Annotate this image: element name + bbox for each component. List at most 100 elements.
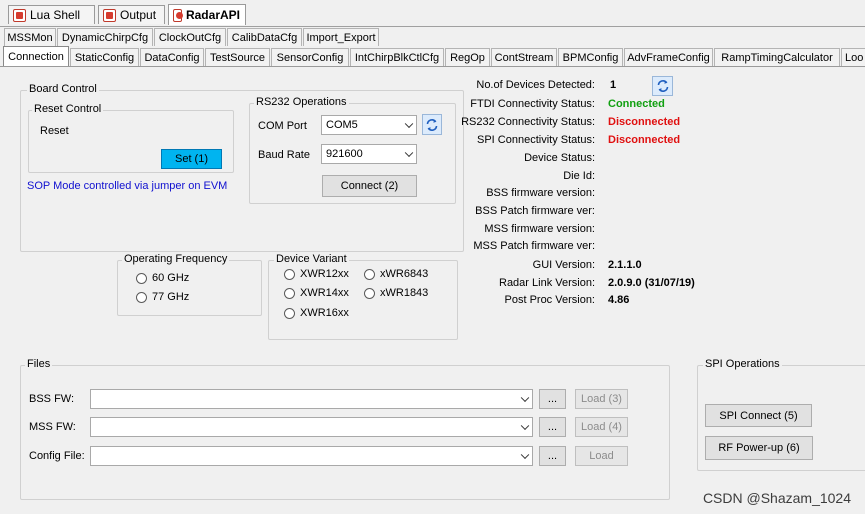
- refresh-icon: [426, 118, 438, 131]
- radio-label: XWR16xx: [300, 307, 349, 319]
- baud-rate-label: Baud Rate: [258, 149, 310, 161]
- tab-import-export[interactable]: Import_Export: [303, 28, 379, 46]
- radio-xwr6843[interactable]: xWR6843: [364, 268, 428, 280]
- radar-link-version-value: 2.0.9.0 (31/07/19): [608, 277, 695, 289]
- spi-status-value: Disconnected: [608, 134, 681, 146]
- chevron-down-icon: [520, 450, 530, 460]
- mss-firmware-label: MSS firmware version:: [484, 223, 595, 235]
- rs232-operations-title: RS232 Operations: [254, 96, 349, 108]
- rf-powerup-button[interactable]: RF Power-up (6): [705, 436, 813, 460]
- config-file-load-button[interactable]: Load: [575, 446, 628, 466]
- tab-calibdatacfg[interactable]: CalibDataCfg: [227, 28, 302, 46]
- files-title: Files: [25, 358, 53, 370]
- mss-fw-select[interactable]: [90, 417, 533, 437]
- post-proc-version-value: 4.86: [608, 294, 630, 306]
- radio-circle: [136, 272, 147, 284]
- radar-link-version-label: Radar Link Version:: [499, 277, 595, 289]
- spi-connect-button[interactable]: SPI Connect (5): [705, 404, 812, 427]
- tab-intchirpblkctlcfg[interactable]: IntChirpBlkCtlCfg: [350, 48, 444, 66]
- tab-testsource[interactable]: TestSource: [205, 48, 270, 66]
- ftdi-status-value: Connected: [608, 98, 665, 110]
- tab-staticconfig[interactable]: StaticConfig: [70, 48, 139, 66]
- tab-ramptimingcalculator[interactable]: RampTimingCalculator: [714, 48, 840, 66]
- radio-circle: [284, 268, 295, 280]
- radio-label: xWR1843: [380, 287, 429, 299]
- refresh-icon: [657, 80, 668, 92]
- radio-circle: [136, 291, 147, 303]
- devices-detected-label: No.of Devices Detected:: [476, 79, 595, 91]
- chevron-down-icon: [520, 421, 530, 431]
- rs232-status-value: Disconnected: [608, 116, 681, 128]
- spi-status-label: SPI Connectivity Status:: [477, 134, 595, 146]
- doc-tab-label: RadarAPI: [185, 8, 240, 22]
- spi-operations-title: SPI Operations: [703, 358, 782, 370]
- tab-bpmconfig[interactable]: BPMConfig: [558, 48, 623, 66]
- tab-dataconfig[interactable]: DataConfig: [140, 48, 204, 66]
- radar-api-icon: [173, 8, 183, 22]
- devices-refresh-button[interactable]: [652, 76, 673, 96]
- tab-contstream[interactable]: ContStream: [491, 48, 557, 66]
- radio-label: XWR14xx: [300, 287, 349, 299]
- tab-connection[interactable]: Connection: [3, 46, 69, 66]
- config-file-browse-button[interactable]: ...: [539, 446, 566, 466]
- doc-tab-radar-api[interactable]: RadarAPI: [168, 4, 246, 25]
- tab-advframeconfig[interactable]: AdvFrameConfig: [624, 48, 713, 66]
- chevron-down-icon: [520, 393, 530, 403]
- radio-label: XWR12xx: [300, 268, 349, 280]
- tab-row-2: Connection StaticConfig DataConfig TestS…: [0, 46, 865, 67]
- operating-frequency-title: Operating Frequency: [122, 253, 230, 265]
- doc-tab-output[interactable]: Output: [98, 5, 165, 24]
- post-proc-version-label: Post Proc Version:: [504, 294, 596, 306]
- reset-label: Reset: [40, 125, 69, 137]
- baud-rate-select[interactable]: 921600: [321, 144, 417, 164]
- radio-xwr12xx[interactable]: XWR12xx: [284, 268, 349, 280]
- com-port-refresh-button[interactable]: [422, 114, 442, 135]
- radio-77ghz[interactable]: 77 GHz: [136, 291, 189, 303]
- doc-tab-label: Lua Shell: [30, 8, 81, 22]
- tab-sensorconfig[interactable]: SensorConfig: [271, 48, 349, 66]
- gui-version-label: GUI Version:: [532, 259, 595, 271]
- radio-xwr16xx[interactable]: XWR16xx: [284, 307, 349, 319]
- radio-xwr1843[interactable]: xWR1843: [364, 287, 428, 299]
- board-control-title: Board Control: [27, 83, 99, 95]
- radio-label: xWR6843: [380, 268, 429, 280]
- radio-xwr14xx[interactable]: XWR14xx: [284, 287, 349, 299]
- com-port-select[interactable]: COM5: [321, 115, 417, 135]
- radio-circle: [284, 307, 295, 319]
- lua-shell-icon: [13, 8, 26, 22]
- bss-patch-label: BSS Patch firmware ver:: [475, 205, 595, 217]
- com-port-label: COM Port: [258, 120, 307, 132]
- bss-fw-load-button[interactable]: Load (3): [575, 389, 628, 409]
- tab-clockoutcfg[interactable]: ClockOutCfg: [154, 28, 226, 46]
- chevron-down-icon: [404, 119, 414, 129]
- config-file-select[interactable]: [90, 446, 533, 466]
- radio-circle: [364, 287, 375, 299]
- baud-rate-value: 921600: [326, 148, 363, 160]
- radio-circle: [364, 268, 375, 280]
- doc-tab-lua-shell[interactable]: Lua Shell: [8, 5, 95, 24]
- output-icon: [103, 8, 116, 22]
- rs232-status-label: RS232 Connectivity Status:: [461, 116, 595, 128]
- connect-button[interactable]: Connect (2): [322, 175, 417, 197]
- radio-60ghz[interactable]: 60 GHz: [136, 272, 189, 284]
- mss-fw-browse-button[interactable]: ...: [539, 417, 566, 437]
- mss-patch-label: MSS Patch firmware ver:: [473, 240, 595, 252]
- sop-mode-note: SOP Mode controlled via jumper on EVM: [27, 180, 228, 192]
- config-file-label: Config File:: [29, 450, 85, 462]
- set-button[interactable]: Set (1): [161, 149, 222, 169]
- bss-fw-select[interactable]: [90, 389, 533, 409]
- devices-detected-value: 1: [610, 79, 617, 91]
- radio-label: 60 GHz: [152, 272, 190, 284]
- radio-circle: [284, 287, 295, 299]
- ftdi-status-label: FTDI Connectivity Status:: [470, 98, 595, 110]
- bss-firmware-label: BSS firmware version:: [486, 187, 595, 199]
- tab-regop[interactable]: RegOp: [445, 48, 490, 66]
- tab-loo[interactable]: Loo: [841, 48, 865, 66]
- tab-mssmon[interactable]: MSSMon: [4, 28, 56, 46]
- document-tab-bar: Lua Shell Output RadarAPI: [0, 0, 865, 27]
- bss-fw-browse-button[interactable]: ...: [539, 389, 566, 409]
- tab-dynamicchirpcfg[interactable]: DynamicChirpCfg: [57, 28, 153, 46]
- mss-fw-load-button[interactable]: Load (4): [575, 417, 628, 437]
- device-variant-title: Device Variant: [274, 253, 349, 265]
- gui-version-value: 2.1.1.0: [608, 259, 642, 271]
